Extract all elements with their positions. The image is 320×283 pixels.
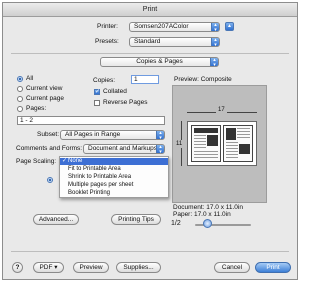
page-scaling-option-label: Fit to Printable Area: [68, 166, 121, 172]
comments-select[interactable]: Document and Markups ▴ ▾: [83, 144, 165, 154]
page-scaling-option-label: Shrink to Printable Area: [68, 174, 132, 180]
collated-label: Collated: [103, 88, 127, 95]
radio-current-view[interactable]: [17, 86, 23, 92]
radio-pages-label: Pages:: [26, 105, 47, 112]
popup-arrows-icon: ▴ ▾: [156, 131, 164, 139]
presets-select[interactable]: Standard ▴ ▾: [129, 37, 220, 47]
comments-label: Comments and Forms:: [16, 145, 83, 152]
popup-arrows-icon: ▴ ▾: [211, 38, 219, 46]
popup-arrows-icon: ▴ ▾: [211, 23, 219, 31]
copies-label: Copies:: [93, 77, 116, 84]
paper-size: Paper: 17.0 x 11.0in: [173, 211, 231, 218]
divider: [11, 251, 289, 252]
radio-all[interactable]: [17, 76, 23, 82]
printer-details-button[interactable]: ▲: [225, 22, 234, 31]
subset-value: All Pages in Range: [65, 131, 121, 138]
popup-arrows-icon: ▴ ▾: [210, 58, 218, 66]
page-scaling-label: Page Scaling:: [16, 158, 57, 165]
page-scaling-option-shrink[interactable]: Shrink to Printable Area: [60, 174, 168, 181]
printer-label: Printer:: [97, 23, 118, 30]
preview-page-left: [191, 125, 221, 162]
help-icon: ?: [15, 264, 20, 271]
page-scaling-option-fit[interactable]: Fit to Printable Area: [60, 166, 168, 173]
radio-pages[interactable]: [17, 106, 23, 112]
radio-current-page[interactable]: [17, 96, 23, 102]
panel-select[interactable]: Copies & Pages ▴ ▾: [100, 57, 219, 67]
advanced-button[interactable]: Advanced...: [33, 214, 79, 225]
height-dimension: 11: [176, 140, 183, 148]
copies-input[interactable]: 1: [131, 75, 159, 84]
page-scaling-option-none[interactable]: ✓ None: [60, 158, 168, 165]
radio-all-label: All: [26, 75, 34, 82]
popup-arrows-icon: ▴ ▾: [156, 145, 164, 153]
disclosure-up-icon: ▲: [227, 23, 232, 29]
supplies-button[interactable]: Supplies...: [116, 262, 161, 273]
scaling-option-radio[interactable]: [47, 177, 53, 183]
preview-sheet: [187, 121, 257, 166]
printing-tips-button[interactable]: Printing Tips: [111, 214, 161, 225]
checkmark-icon: ✓: [62, 158, 68, 164]
panel-value: Copies & Pages: [136, 58, 183, 65]
collated-checkbox[interactable]: ✓: [94, 89, 100, 95]
preview-label: Preview: Composite: [174, 76, 232, 83]
pages-range-input[interactable]: 1 - 2: [17, 116, 165, 125]
page-scaling-option-label: None: [68, 158, 83, 164]
reverse-pages-checkbox[interactable]: [94, 100, 100, 106]
print-button[interactable]: Print: [255, 262, 291, 273]
divider: [11, 53, 289, 54]
page-scaling-option-label: Booklet Printing: [68, 190, 111, 196]
preview-page-right: [223, 125, 253, 162]
comments-value: Document and Markups: [88, 145, 158, 152]
reverse-pages-label: Reverse Pages: [103, 99, 148, 106]
printer-select[interactable]: Somsen207AColor ▴ ▾: [129, 22, 220, 32]
presets-value: Standard: [134, 38, 161, 45]
print-dialog: Print Printer: Somsen207AColor ▴ ▾ ▲ Pres…: [2, 2, 298, 280]
page-scaling-option-label: Multiple pages per sheet: [68, 182, 134, 188]
preview-slider-knob[interactable]: [203, 219, 212, 228]
page-scaling-option-multiple[interactable]: Multiple pages per sheet: [60, 182, 168, 189]
page-indicator: 1/2: [171, 220, 181, 227]
preview-pane: 17 11: [172, 85, 267, 203]
cancel-button[interactable]: Cancel: [214, 262, 250, 273]
radio-current-view-label: Current view: [26, 85, 63, 92]
help-button[interactable]: ?: [12, 262, 23, 273]
page-scaling-option-booklet[interactable]: Booklet Printing: [60, 190, 168, 197]
printer-value: Somsen207AColor: [134, 23, 189, 30]
subset-select[interactable]: All Pages in Range ▴ ▾: [60, 130, 165, 140]
subset-label: Subset:: [37, 131, 60, 138]
radio-current-page-label: Current page: [26, 95, 64, 102]
pdf-menu-button[interactable]: PDF ▾: [33, 262, 64, 273]
page-scaling-menu: ✓ None Fit to Printable Area Shrink to P…: [59, 156, 169, 198]
width-dimension: 17: [216, 107, 227, 113]
window-title: Print: [3, 3, 297, 17]
preview-button[interactable]: Preview: [73, 262, 109, 273]
document-size: Document: 17.0 x 11.0in: [173, 204, 243, 211]
presets-label: Presets:: [95, 38, 119, 45]
